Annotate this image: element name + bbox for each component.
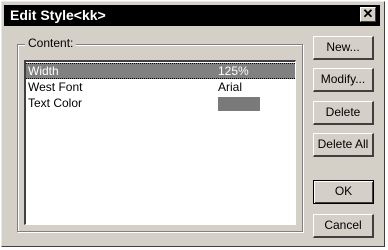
cancel-button[interactable]: Cancel	[313, 214, 374, 238]
list-item[interactable]: Width 125%	[26, 63, 295, 79]
ok-button[interactable]: OK	[313, 180, 374, 204]
text-color-swatch	[218, 97, 260, 111]
title-bar[interactable]: Edit Style<kk> ✕	[4, 5, 380, 26]
property-value: 125%	[218, 64, 249, 78]
property-name: Text Color	[28, 96, 83, 110]
content-group-label: Content:	[25, 36, 77, 51]
content-list[interactable]: Width 125% West Font Arial Text Color	[24, 60, 296, 225]
property-name: West Font	[28, 80, 83, 94]
list-item[interactable]: West Font Arial	[26, 79, 295, 95]
modify-button[interactable]: Modify...	[313, 68, 374, 92]
dialog-title: Edit Style<kk>	[10, 7, 106, 23]
property-name: Width	[28, 64, 59, 78]
close-button[interactable]: ✕	[360, 7, 376, 22]
delete-all-button[interactable]: Delete All	[313, 133, 374, 157]
delete-button[interactable]: Delete	[313, 101, 374, 125]
list-item[interactable]: Text Color	[26, 95, 295, 111]
property-value: Arial	[218, 80, 243, 94]
new-button[interactable]: New...	[313, 36, 374, 60]
close-icon: ✕	[362, 6, 374, 21]
